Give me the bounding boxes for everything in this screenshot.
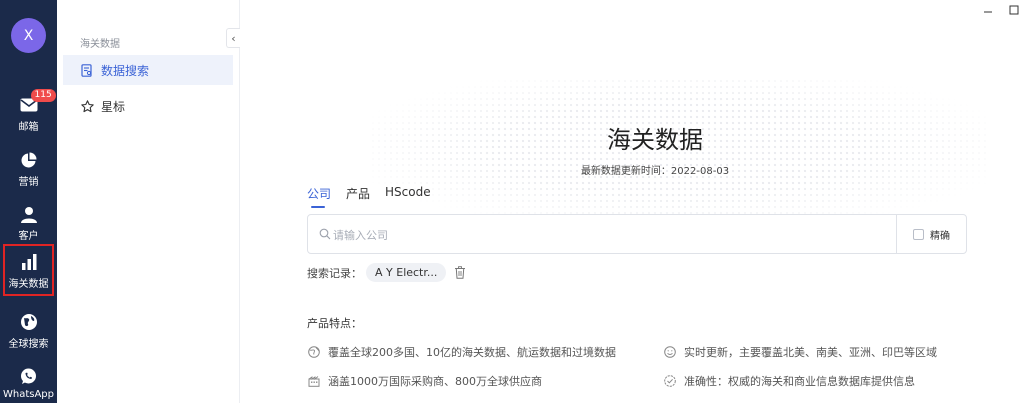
smile-icon — [663, 346, 676, 359]
page-title: 海关数据 — [607, 126, 703, 154]
building-icon — [307, 375, 320, 388]
feature-accuracy: 准确性：权威的海关和商业信息数据库提供信息 — [663, 373, 915, 389]
subnav-item-starred[interactable]: 星标 — [63, 91, 233, 121]
user-icon — [19, 204, 39, 224]
feature-text: 准确性：权威的海关和商业信息数据库提供信息 — [684, 375, 915, 388]
rail-item-label: 营销 — [18, 177, 39, 188]
maximize-window-button[interactable] — [1004, 0, 1024, 20]
trash-icon[interactable] — [454, 266, 466, 279]
exact-match-checkbox[interactable] — [913, 228, 924, 240]
rail-item-customers[interactable]: 客户 — [0, 204, 57, 242]
rail-item-label: 全球搜索 — [8, 339, 49, 350]
sub-navigation: 海关数据 数据搜索 星标 — [57, 0, 240, 403]
company-search-input[interactable] — [333, 224, 893, 246]
pie-chart-icon — [19, 150, 39, 170]
feature-text: 覆盖全球200多国、10亿的海关数据、航运数据和过境数据 — [328, 346, 616, 359]
feature-text: 实时更新，主要覆盖北美、南美、亚洲、印巴等区域 — [684, 346, 937, 359]
rail-item-label: 海关数据 — [8, 279, 49, 290]
feature-buyers-suppliers: 涵盖1000万国际采购商、800万全球供应商 — [307, 373, 542, 389]
history-chip[interactable]: A Y Electr... — [366, 263, 447, 282]
mail-icon: 115 — [19, 89, 56, 115]
exact-match-label: 精确 — [930, 230, 950, 242]
whatsapp-icon — [19, 366, 39, 386]
exact-match-toggle[interactable]: 精确 — [896, 215, 966, 253]
rail-item-label: 邮箱 — [18, 122, 39, 133]
bar-chart-icon — [19, 252, 39, 272]
rail-item-mail[interactable]: 115 邮箱 — [0, 89, 57, 133]
feature-text: 涵盖1000万国际采购商、800万全球供应商 — [328, 375, 542, 388]
check-badge-icon — [663, 375, 676, 388]
mail-badge: 115 — [30, 89, 56, 102]
collapse-sidebar-button[interactable]: ‹ — [226, 28, 240, 48]
rail-item-label: 客户 — [18, 231, 39, 242]
rail-item-label: WhatsApp — [2, 389, 55, 400]
feature-global-coverage: 覆盖全球200多国、10亿的海关数据、航运数据和过境数据 — [307, 344, 616, 360]
features-title: 产品特点： — [307, 317, 362, 330]
rail-item-marketing[interactable]: 营销 — [0, 150, 57, 188]
subnav-item-label: 星标 — [101, 99, 126, 114]
avatar[interactable]: X — [11, 18, 46, 53]
subnav-item-label: 数据搜索 — [101, 63, 150, 78]
search-box: 精确 — [307, 214, 967, 254]
search-type-tabs: 公司 产品 HScode — [307, 185, 446, 208]
minimize-icon — [984, 11, 992, 13]
feature-realtime-update: 实时更新，主要覆盖北美、南美、亚洲、印巴等区域 — [663, 344, 937, 360]
rail-item-customs-data[interactable]: 海关数据 — [3, 244, 54, 296]
tab-company[interactable]: 公司 — [307, 185, 331, 208]
search-icon — [319, 228, 331, 240]
minimize-window-button[interactable] — [978, 0, 998, 20]
left-rail: X 115 邮箱 营销 客户 海关数据 全球搜索 WhatsApp — [0, 0, 57, 403]
app-window: X 115 邮箱 营销 客户 海关数据 全球搜索 WhatsApp 海关数据 数… — [0, 0, 1024, 403]
tab-product[interactable]: 产品 — [346, 185, 370, 208]
document-search-icon — [80, 63, 94, 77]
tab-hscode[interactable]: HScode — [385, 185, 431, 208]
rail-item-global-search[interactable]: 全球搜索 — [0, 312, 57, 350]
maximize-icon — [1009, 5, 1019, 15]
search-history: 搜索记录： A Y Electr... — [307, 263, 466, 282]
search-history-label: 搜索记录： — [307, 266, 362, 280]
star-icon — [80, 99, 94, 113]
chevron-left-icon: ‹ — [231, 31, 236, 45]
rail-item-whatsapp[interactable]: WhatsApp — [0, 366, 57, 400]
globe-icon — [19, 312, 39, 332]
subnav-title: 海关数据 — [80, 39, 120, 50]
globe-outline-icon — [307, 346, 320, 359]
data-update-time: 最新数据更新时间：2022-08-03 — [580, 166, 730, 177]
subnav-item-data-search[interactable]: 数据搜索 — [63, 55, 233, 85]
